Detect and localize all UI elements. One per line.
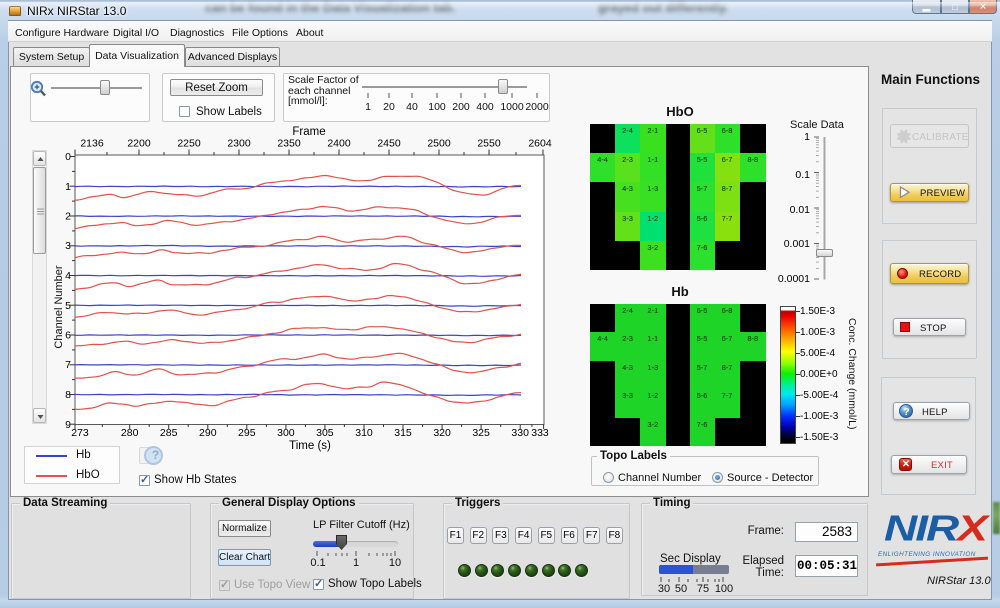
svg-text:2300: 2300 <box>227 138 251 150</box>
svg-text:2350: 2350 <box>277 138 301 150</box>
svg-text:2450: 2450 <box>377 138 401 150</box>
svg-text:2604: 2604 <box>528 138 552 150</box>
svg-text:2250: 2250 <box>177 138 201 150</box>
svg-text:2500: 2500 <box>427 138 451 150</box>
svg-text:273: 273 <box>71 427 89 439</box>
svg-text:2550: 2550 <box>477 138 501 150</box>
svg-text:333: 333 <box>531 427 549 439</box>
svg-text:2400: 2400 <box>327 138 351 150</box>
svg-text:2136: 2136 <box>80 138 104 150</box>
svg-text:Time (s): Time (s) <box>289 440 331 452</box>
svg-text:Frame: Frame <box>292 126 325 138</box>
svg-text:1: 1 <box>65 181 71 193</box>
svg-text:5: 5 <box>65 300 71 312</box>
svg-text:2200: 2200 <box>127 138 151 150</box>
